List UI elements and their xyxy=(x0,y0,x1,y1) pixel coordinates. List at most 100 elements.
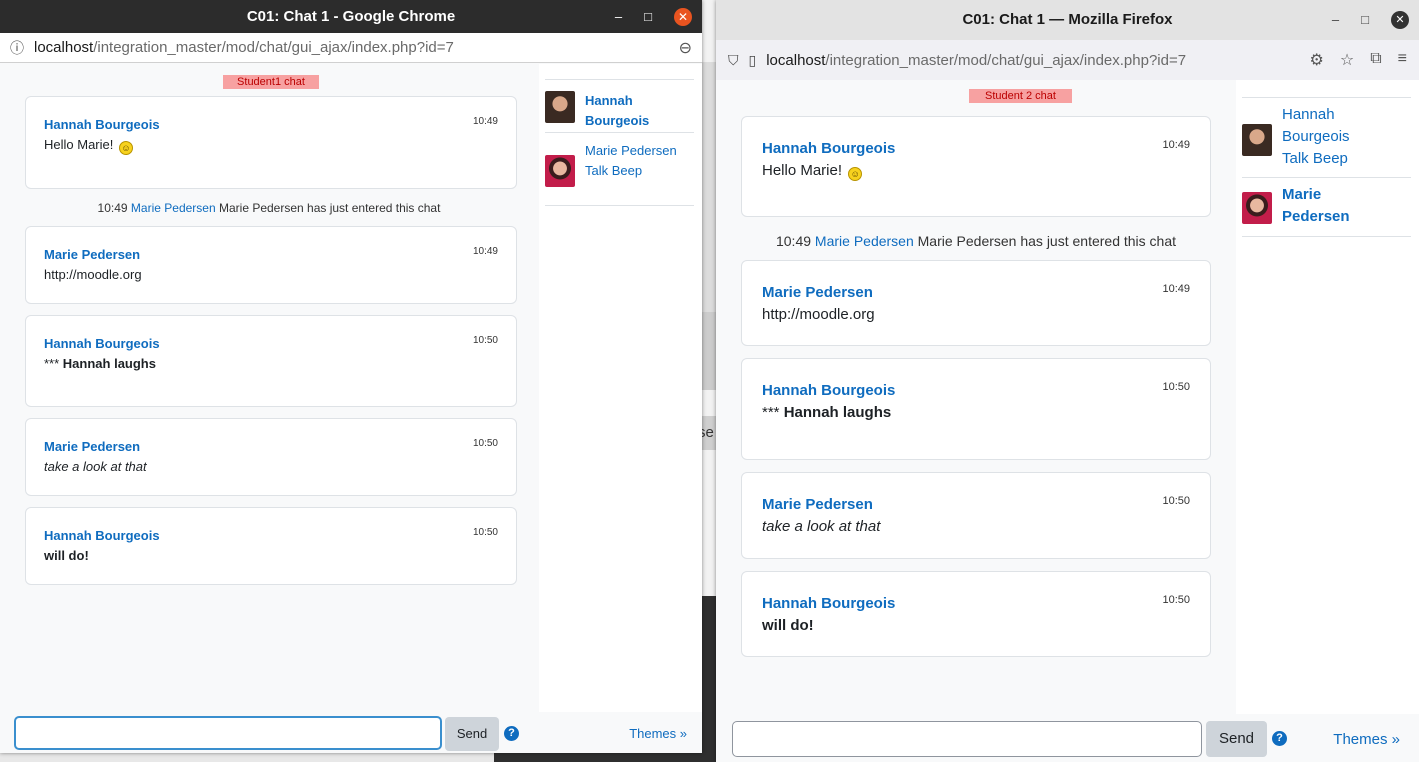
message-input[interactable] xyxy=(732,721,1202,757)
smiley-icon: ☺ xyxy=(848,167,863,181)
message-time: 10:49 xyxy=(472,116,498,127)
message-author[interactable]: Marie Pedersen xyxy=(44,439,140,454)
puzzle-icon[interactable]: ⧉ xyxy=(1370,50,1381,70)
message-author[interactable]: Hannah Bourgeois xyxy=(44,528,160,543)
avatar[interactable] xyxy=(1242,192,1272,224)
chat-message: Marie Pedersen 10:50 take a look at that xyxy=(25,418,517,496)
shield-icon[interactable]: ⛉ xyxy=(728,52,739,69)
close-icon[interactable]: ✕ xyxy=(1391,11,1409,29)
url-path: /integration_master/mod/chat/gui_ajax/in… xyxy=(825,51,1187,69)
avatar[interactable] xyxy=(545,91,575,123)
message-author[interactable]: Hannah Bourgeois xyxy=(44,336,160,351)
help-icon[interactable]: ? xyxy=(1272,731,1287,746)
url-host: localhost xyxy=(34,39,94,56)
chat-messages-area[interactable]: Student 2 chat Hannah Bourgeois 10:49 He… xyxy=(716,80,1236,714)
maximize-icon[interactable]: □ xyxy=(644,0,652,33)
message-time: 10:50 xyxy=(472,335,498,346)
system-message: 10:49 Marie Pedersen Marie Pedersen has … xyxy=(97,201,441,215)
message-text: Hello Marie! ☺ xyxy=(762,162,863,181)
info-icon[interactable]: ⓘ xyxy=(10,38,24,58)
system-message: 10:49 Marie Pedersen Marie Pedersen has … xyxy=(775,233,1177,249)
message-link[interactable]: http://moodle.org xyxy=(44,267,142,282)
message-time: 10:49 xyxy=(1162,283,1190,295)
address-bar[interactable]: ⓘ localhost/integration_master/mod/chat/… xyxy=(0,33,702,63)
user-list: Hannah Bourgeois Marie Pedersen Talk Bee… xyxy=(539,64,702,712)
message-time: 10:49 xyxy=(1162,139,1190,151)
smiley-icon: ☺ xyxy=(118,141,133,155)
message-author[interactable]: Hannah Bourgeois xyxy=(762,595,895,612)
message-text: will do! xyxy=(762,617,814,634)
page-icon: ▯ xyxy=(748,51,757,68)
message-input-bar: Send ? Themes » xyxy=(0,712,702,753)
message-text: Hello Marie! ☺ xyxy=(44,137,133,155)
send-button[interactable]: Send xyxy=(1206,721,1267,757)
beep-link[interactable]: Beep xyxy=(612,163,642,178)
chat-messages-area[interactable]: Student1 chat Hannah Bourgeois 10:49 Hel… xyxy=(0,64,538,712)
chat-message: Marie Pedersen 10:49 http://moodle.org xyxy=(25,226,517,304)
message-time: 10:50 xyxy=(1162,594,1190,606)
desktop-panel xyxy=(702,312,716,390)
menu-icon[interactable]: ≡ xyxy=(1398,50,1407,70)
user-name[interactable]: Hannah Bourgeois xyxy=(1282,106,1350,145)
message-author[interactable]: Marie Pedersen xyxy=(762,284,873,301)
address-bar[interactable]: ⛉ ▯ localhost/integration_master/mod/cha… xyxy=(716,40,1419,80)
address-actions: ⊖ xyxy=(679,38,692,58)
minimize-icon[interactable]: – xyxy=(1332,0,1339,40)
maximize-icon[interactable]: □ xyxy=(1361,0,1369,40)
send-button[interactable]: Send xyxy=(445,717,499,751)
message-input-bar: Send ? Themes » xyxy=(716,714,1419,762)
message-author[interactable]: Marie Pedersen xyxy=(44,247,140,262)
chat-message: Hannah Bourgeois 10:49 Hello Marie! ☺ xyxy=(741,116,1211,217)
system-message-user[interactable]: Marie Pedersen xyxy=(815,233,914,249)
talk-link[interactable]: Talk xyxy=(1282,150,1309,167)
help-icon[interactable]: ? xyxy=(504,726,519,741)
chat-message: Hannah Bourgeois 10:50 will do! xyxy=(25,507,517,585)
message-author[interactable]: Marie Pedersen xyxy=(762,496,873,513)
user-list-item[interactable]: Marie Pedersen xyxy=(1242,177,1411,237)
message-text: *** Hannah laughs xyxy=(762,404,892,421)
message-time: 10:50 xyxy=(1162,381,1190,393)
avatar[interactable] xyxy=(545,155,575,187)
message-text: take a look at that xyxy=(762,518,881,535)
message-text: will do! xyxy=(44,548,89,563)
extension-icon[interactable]: ⚙ xyxy=(1310,50,1324,70)
themes-link[interactable]: Themes » xyxy=(1333,731,1400,748)
message-time: 10:50 xyxy=(1162,495,1190,507)
user-list: Hannah Bourgeois Talk Beep Marie Pederse… xyxy=(1236,80,1419,714)
avatar[interactable] xyxy=(1242,124,1272,156)
system-message-user[interactable]: Marie Pedersen xyxy=(131,201,216,215)
chat-message: Hannah Bourgeois 10:49 Hello Marie! ☺ xyxy=(25,96,517,189)
url-host: localhost xyxy=(766,51,826,69)
chat-message: Marie Pedersen 10:50 take a look at that xyxy=(741,472,1211,559)
window-title: C01: Chat 1 - Google Chrome xyxy=(246,8,456,25)
chat-message: Marie Pedersen 10:49 http://moodle.org xyxy=(741,260,1211,346)
user-list-item[interactable]: Hannah Bourgeois xyxy=(545,79,694,132)
message-time: 10:50 xyxy=(472,527,498,538)
message-author[interactable]: Hannah Bourgeois xyxy=(762,382,895,399)
talk-link[interactable]: Talk xyxy=(585,163,608,178)
user-name[interactable]: Marie Pedersen xyxy=(585,143,677,158)
message-author[interactable]: Hannah Bourgeois xyxy=(762,140,895,157)
user-name[interactable]: Marie Pedersen xyxy=(1282,186,1350,225)
themes-link[interactable]: Themes » xyxy=(629,726,687,741)
toolbar-actions: ⚙ ☆ ⧉ ≡ xyxy=(1310,50,1407,70)
user-list-item[interactable]: Marie Pedersen Talk Beep xyxy=(545,132,694,206)
message-text: take a look at that xyxy=(44,459,147,474)
window-controls: – □ ✕ xyxy=(1332,0,1409,40)
firefox-titlebar: C01: Chat 1 — Mozilla Firefox – □ ✕ xyxy=(716,0,1419,40)
message-input[interactable] xyxy=(14,716,442,750)
message-author[interactable]: Hannah Bourgeois xyxy=(44,117,160,132)
user-list-item[interactable]: Hannah Bourgeois Talk Beep xyxy=(1242,97,1411,177)
chat-message: Hannah Bourgeois 10:50 will do! xyxy=(741,571,1211,657)
message-time: 10:50 xyxy=(472,438,498,449)
user-name[interactable]: Hannah Bourgeois xyxy=(585,93,649,128)
desktop-panel xyxy=(702,62,716,312)
message-time: 10:49 xyxy=(472,246,498,257)
beep-link[interactable]: Beep xyxy=(1313,150,1348,167)
message-link[interactable]: http://moodle.org xyxy=(762,306,875,323)
minimize-icon[interactable]: – xyxy=(615,0,622,33)
zoom-icon[interactable]: ⊖ xyxy=(679,38,692,58)
chat-message: Hannah Bourgeois 10:50 *** Hannah laughs xyxy=(25,315,517,407)
close-icon[interactable]: ✕ xyxy=(674,7,692,26)
star-icon[interactable]: ☆ xyxy=(1340,50,1354,70)
